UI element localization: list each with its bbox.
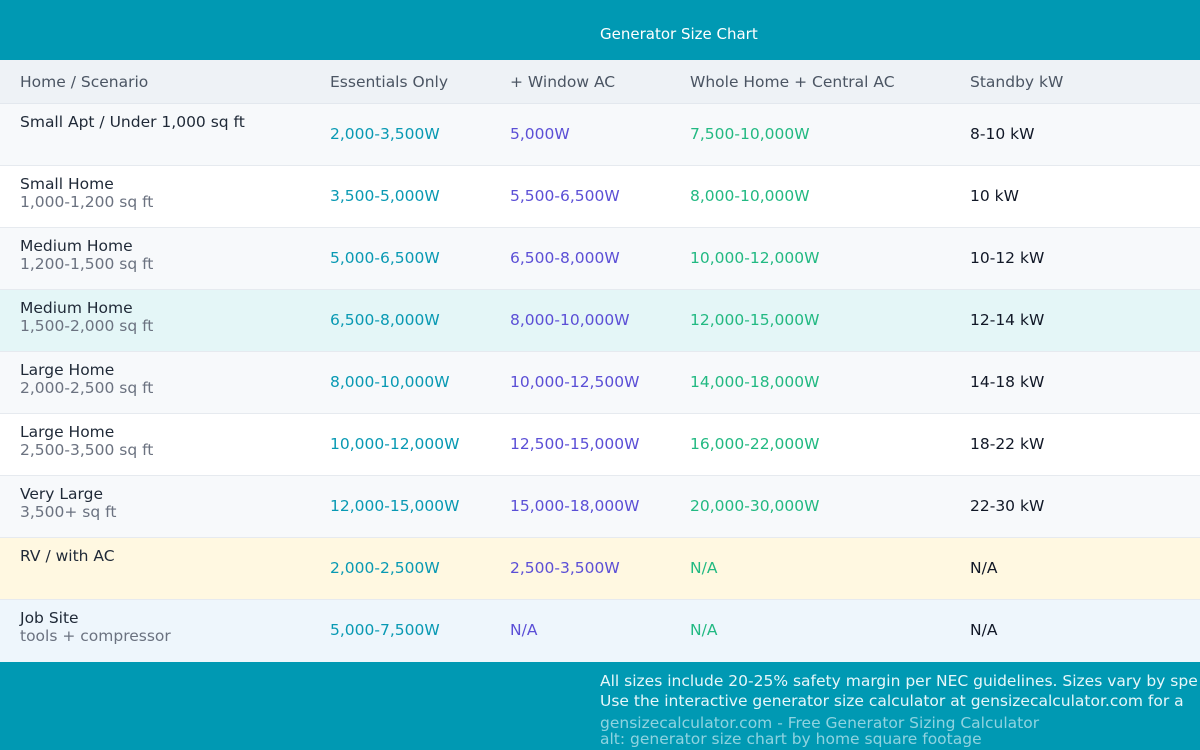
scenario-size: 2,000-2,500 sq ft [20, 379, 154, 397]
header-bar: Generator Size Chart [0, 0, 1200, 60]
table-row: Medium Home 1,200-1,500 sq ft 5,000-6,50… [0, 228, 1200, 290]
scenario-name: Small Apt / Under 1,000 sq ft [20, 113, 245, 131]
table-row-highlighted: Medium Home 1,500-2,000 sq ft 6,500-8,00… [0, 290, 1200, 352]
window-ac-cell: 12,500-15,000W [510, 435, 640, 453]
table-row-rv: RV / with AC 2,000-2,500W 2,500-3,500W N… [0, 538, 1200, 600]
whole-home-cell: 14,000-18,000W [690, 373, 820, 391]
table-header-row: Home / Scenario Essentials Only + Window… [0, 60, 1200, 104]
table-row-job-site: Job Site tools + compressor 5,000-7,500W… [0, 600, 1200, 662]
scenario-cell: Medium Home 1,200-1,500 sq ft [20, 237, 153, 273]
scenario-cell: Job Site tools + compressor [20, 609, 171, 645]
scenario-size: 1,000-1,200 sq ft [20, 193, 154, 211]
page: Generator Size Chart Home / Scenario Ess… [0, 0, 1200, 750]
scenario-name: Very Large [20, 485, 104, 503]
scenario-name: Large Home [20, 423, 115, 441]
scenario-cell: RV / with AC [20, 547, 115, 565]
scenario-name: Small Home [20, 175, 114, 193]
standby-cell: 8-10 kW [970, 125, 1035, 143]
scenario-name: RV / with AC [20, 547, 115, 565]
essentials-cell: 5,000-7,500W [330, 621, 440, 639]
window-ac-cell: 15,000-18,000W [510, 497, 640, 515]
window-ac-cell: N/A [510, 621, 538, 639]
table-row: Large Home 2,500-3,500 sq ft 10,000-12,0… [0, 414, 1200, 476]
window-ac-cell: 10,000-12,500W [510, 373, 640, 391]
footer-alt-text: alt: generator size chart by home square… [600, 730, 982, 748]
table-row: Small Home 1,000-1,200 sq ft 3,500-5,000… [0, 166, 1200, 228]
whole-home-cell: 12,000-15,000W [690, 311, 820, 329]
scenario-name: Medium Home [20, 299, 133, 317]
whole-home-cell: N/A [690, 559, 718, 577]
standby-cell: N/A [970, 621, 998, 639]
footer-note-calculator: Use the interactive generator size calcu… [600, 692, 1184, 710]
column-header-whole-home: Whole Home + Central AC [690, 73, 895, 91]
window-ac-cell: 6,500-8,000W [510, 249, 620, 267]
scenario-name: Medium Home [20, 237, 133, 255]
scenario-size: 1,500-2,000 sq ft [20, 317, 154, 335]
scenario-cell: Very Large 3,500+ sq ft [20, 485, 116, 521]
generator-size-table: Home / Scenario Essentials Only + Window… [0, 60, 1200, 662]
scenario-name: Job Site [20, 609, 79, 627]
scenario-size: 2,500-3,500 sq ft [20, 441, 154, 459]
essentials-cell: 2,000-2,500W [330, 559, 440, 577]
whole-home-cell: 20,000-30,000W [690, 497, 820, 515]
scenario-cell: Small Home 1,000-1,200 sq ft [20, 175, 153, 211]
scenario-cell: Small Apt / Under 1,000 sq ft [20, 113, 245, 131]
table-row: Small Apt / Under 1,000 sq ft 2,000-3,50… [0, 104, 1200, 166]
scenario-size: 3,500+ sq ft [20, 503, 117, 521]
standby-cell: 14-18 kW [970, 373, 1045, 391]
standby-cell: 10 kW [970, 187, 1019, 205]
essentials-cell: 8,000-10,000W [330, 373, 450, 391]
whole-home-cell: 8,000-10,000W [690, 187, 810, 205]
whole-home-cell: 10,000-12,000W [690, 249, 820, 267]
essentials-cell: 5,000-6,500W [330, 249, 440, 267]
window-ac-cell: 5,000W [510, 125, 570, 143]
column-header-standby: Standby kW [970, 73, 1064, 91]
standby-cell: N/A [970, 559, 998, 577]
scenario-cell: Large Home 2,000-2,500 sq ft [20, 361, 153, 397]
whole-home-cell: 7,500-10,000W [690, 125, 810, 143]
table-row: Very Large 3,500+ sq ft 12,000-15,000W 1… [0, 476, 1200, 538]
whole-home-cell: N/A [690, 621, 718, 639]
column-header-essentials: Essentials Only [330, 73, 448, 91]
standby-cell: 10-12 kW [970, 249, 1045, 267]
standby-cell: 18-22 kW [970, 435, 1045, 453]
table-row: Large Home 2,000-2,500 sq ft 8,000-10,00… [0, 352, 1200, 414]
column-header-window-ac: + Window AC [510, 73, 616, 91]
column-header-scenario: Home / Scenario [20, 73, 149, 91]
essentials-cell: 2,000-3,500W [330, 125, 440, 143]
scenario-cell: Large Home 2,500-3,500 sq ft [20, 423, 153, 459]
footer-bar: All sizes include 20-25% safety margin p… [0, 662, 1200, 750]
essentials-cell: 6,500-8,000W [330, 311, 440, 329]
essentials-cell: 10,000-12,000W [330, 435, 460, 453]
window-ac-cell: 8,000-10,000W [510, 311, 630, 329]
scenario-cell: Medium Home 1,500-2,000 sq ft [20, 299, 153, 335]
scenario-name: Large Home [20, 361, 115, 379]
essentials-cell: 12,000-15,000W [330, 497, 460, 515]
scenario-size: tools + compressor [20, 627, 171, 645]
whole-home-cell: 16,000-22,000W [690, 435, 820, 453]
page-title: Generator Size Chart [600, 25, 758, 43]
scenario-size: 1,200-1,500 sq ft [20, 255, 154, 273]
standby-cell: 12-14 kW [970, 311, 1045, 329]
window-ac-cell: 2,500-3,500W [510, 559, 620, 577]
standby-cell: 22-30 kW [970, 497, 1045, 515]
essentials-cell: 3,500-5,000W [330, 187, 440, 205]
window-ac-cell: 5,500-6,500W [510, 187, 620, 205]
footer-note-safety: All sizes include 20-25% safety margin p… [600, 672, 1198, 690]
